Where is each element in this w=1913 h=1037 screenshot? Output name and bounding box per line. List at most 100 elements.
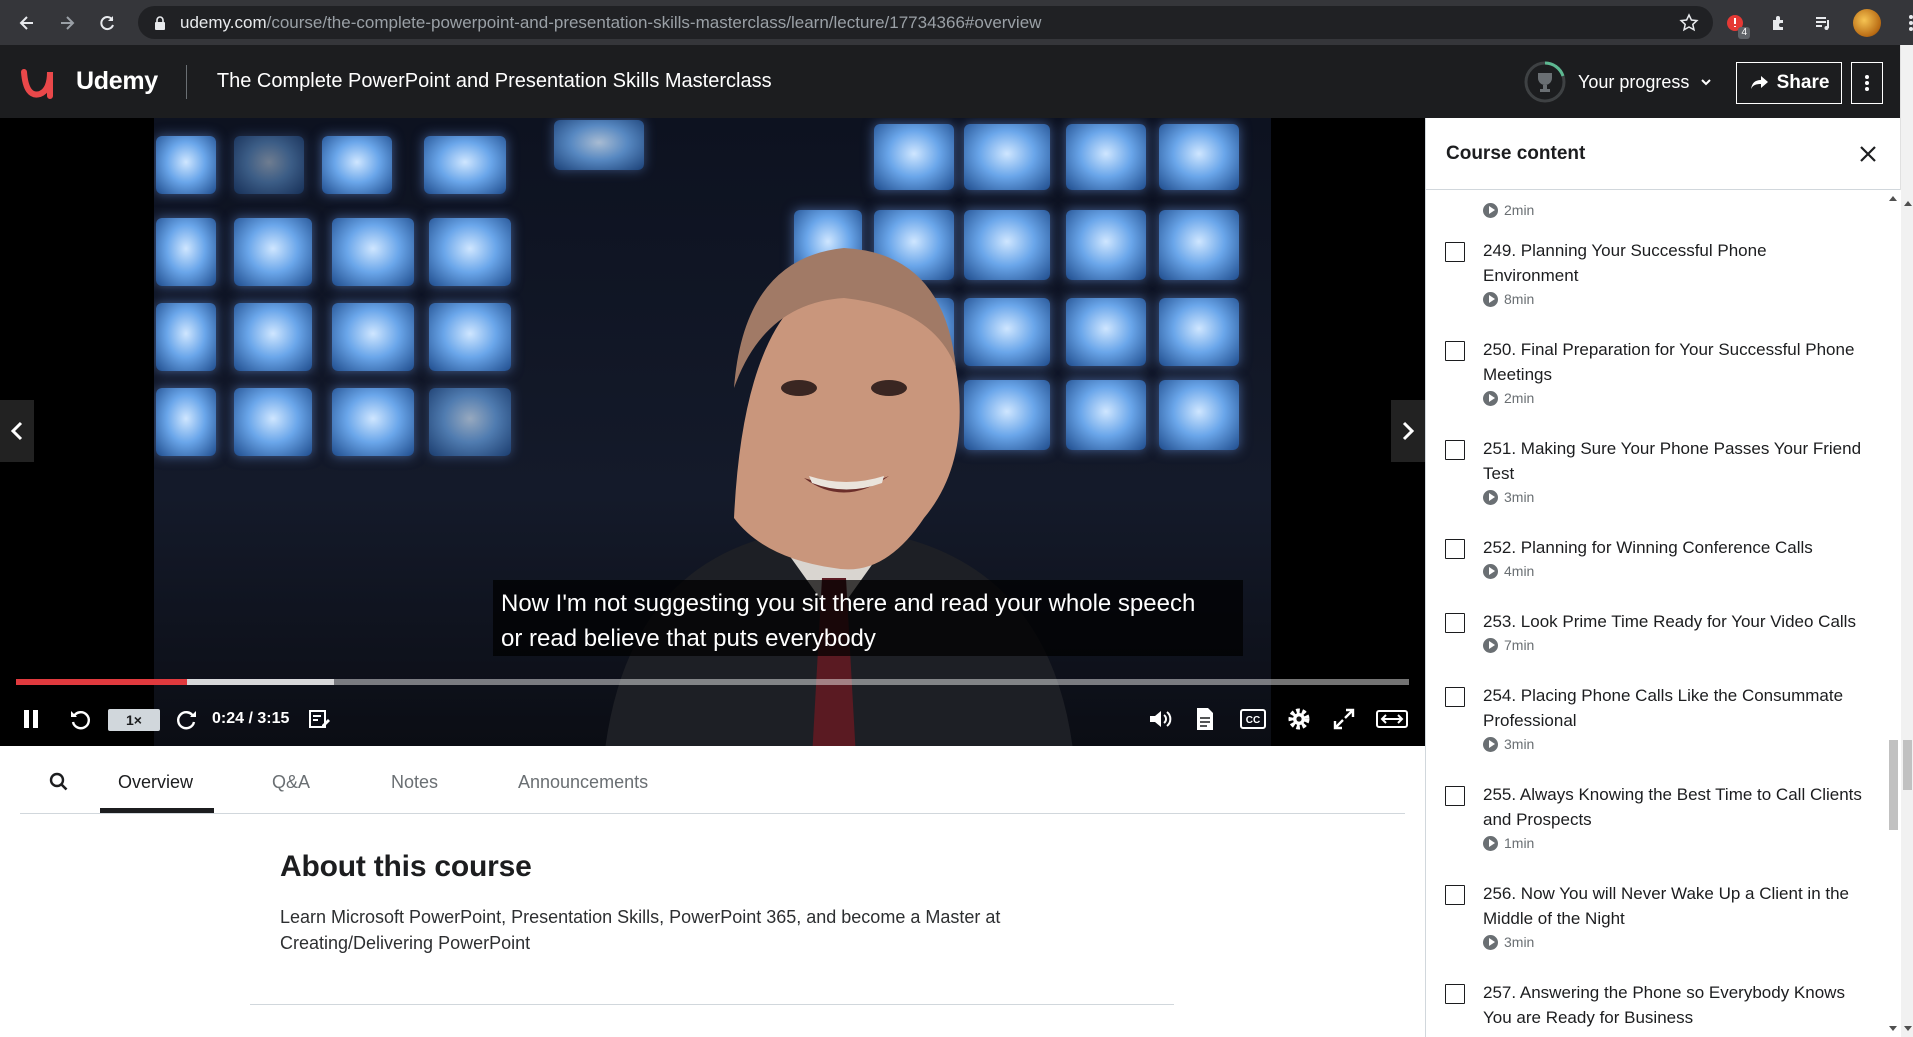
forward-button[interactable] <box>50 6 84 40</box>
lecture-item[interactable]: 256. Now You will Never Wake Up a Client… <box>1426 859 1886 958</box>
close-sidebar-button[interactable] <box>1856 142 1880 166</box>
lecture-item[interactable]: 252. Planning for Winning Conference Cal… <box>1426 513 1886 587</box>
page-scrollbar[interactable] <box>1900 45 1913 1037</box>
course-title[interactable]: The Complete PowerPoint and Presentation… <box>217 70 772 93</box>
extensions-puzzle-icon[interactable] <box>1762 6 1796 40</box>
udemy-logo[interactable]: Udemy <box>20 62 158 102</box>
browser-menu-button[interactable] <box>1894 6 1913 40</box>
theater-mode-button[interactable] <box>1376 705 1408 733</box>
lecture-duration: 2min <box>1483 390 1534 406</box>
profile-avatar[interactable] <box>1850 6 1884 40</box>
completion-checkbox[interactable] <box>1445 984 1465 1004</box>
scroll-down-icon[interactable] <box>1889 1026 1897 1031</box>
completion-checkbox[interactable] <box>1445 885 1465 905</box>
url-text: udemy.com/course/the-complete-powerpoint… <box>180 13 1041 33</box>
volume-icon <box>1150 711 1172 727</box>
sidebar-scrollbar[interactable] <box>1886 190 1901 1037</box>
completion-checkbox[interactable] <box>1445 786 1465 806</box>
video-player[interactable]: Now I'm not suggesting you sit there and… <box>0 118 1425 746</box>
lecture-item[interactable]: 255. Always Knowing the Best Time to Cal… <box>1426 760 1886 859</box>
lecture-item[interactable]: 249. Planning Your Successful Phone Envi… <box>1426 216 1886 315</box>
kebab-menu-icon <box>1865 75 1869 91</box>
sidebar-header: Course content <box>1426 118 1900 190</box>
rewind-5s-button[interactable] <box>68 705 92 733</box>
lecture-title: 257. Answering the Phone so Everybody Kn… <box>1483 983 1845 1027</box>
scroll-thumb[interactable] <box>1903 740 1912 790</box>
volume-button[interactable] <box>1148 705 1174 733</box>
next-lecture-button[interactable] <box>1391 400 1425 462</box>
share-arrow-icon <box>1750 76 1768 89</box>
lecture-title: 250. Final Preparation for Your Successf… <box>1483 340 1855 384</box>
play-circle-icon <box>1483 563 1498 579</box>
lecture-list: 2min 249. Planning Your Successful Phone… <box>1426 190 1886 1037</box>
lecture-item[interactable]: 251. Making Sure Your Phone Passes Your … <box>1426 414 1886 513</box>
active-tab-indicator <box>100 808 214 813</box>
duration-text: 3min <box>1504 736 1535 752</box>
forward-icon <box>177 711 196 730</box>
add-note-button[interactable] <box>308 705 330 733</box>
lecture-item[interactable]: 254. Placing Phone Calls Like the Consum… <box>1426 661 1886 760</box>
presenter-figure <box>605 248 1073 746</box>
tab-overview[interactable]: Overview <box>118 750 193 814</box>
kebab-menu-icon <box>1909 15 1913 31</box>
transcript-button[interactable] <box>1195 705 1215 733</box>
duration-text: 7min <box>1504 637 1535 653</box>
playback-speed-button[interactable]: 1× <box>108 709 160 731</box>
lecture-title: 252. Planning for Winning Conference Cal… <box>1483 538 1813 557</box>
settings-button[interactable] <box>1286 705 1312 733</box>
previous-lecture-button[interactable] <box>0 400 34 462</box>
gear-icon <box>1288 708 1310 730</box>
play-circle-icon <box>1483 291 1498 307</box>
duration-text: 1min <box>1504 835 1535 851</box>
back-button[interactable] <box>10 6 44 40</box>
udemy-logo-icon <box>21 65 53 99</box>
media-controls-icon[interactable] <box>1806 6 1840 40</box>
completion-checkbox[interactable] <box>1445 687 1465 707</box>
course-header: Udemy The Complete PowerPoint and Presen… <box>0 45 1900 118</box>
extension-shield-icon[interactable]: 4 <box>1718 6 1752 40</box>
fullscreen-button[interactable] <box>1332 705 1356 733</box>
about-description: Learn Microsoft PowerPoint, Presentation… <box>280 907 1001 953</box>
video-progress-bar[interactable] <box>16 679 1409 685</box>
scroll-up-icon[interactable] <box>1889 196 1897 201</box>
lecture-duration: 1min <box>1483 835 1534 851</box>
completion-checkbox[interactable] <box>1445 539 1465 559</box>
video-frame[interactable]: Now I'm not suggesting you sit there and… <box>154 118 1271 746</box>
more-options-button[interactable] <box>1851 62 1883 104</box>
lecture-duration: 3min <box>1483 736 1534 752</box>
address-bar[interactable]: udemy.com/course/the-complete-powerpoint… <box>138 6 1713 39</box>
reload-button[interactable] <box>90 6 124 40</box>
pause-button[interactable] <box>22 705 40 733</box>
play-circle-icon <box>1483 934 1498 950</box>
arrow-right-icon <box>61 15 75 30</box>
transcript-icon <box>1197 708 1213 730</box>
progress-dropdown[interactable]: Your progress <box>1522 59 1713 105</box>
chevron-left-icon <box>10 421 23 441</box>
completion-checkbox[interactable] <box>1445 341 1465 361</box>
duration-text: 4min <box>1504 563 1535 579</box>
completion-checkbox[interactable] <box>1445 242 1465 262</box>
lecture-item[interactable]: 253. Look Prime Time Ready for Your Vide… <box>1426 587 1886 661</box>
completion-checkbox[interactable] <box>1445 613 1465 633</box>
tab-announcements[interactable]: Announcements <box>518 750 648 814</box>
scroll-down-icon[interactable] <box>1904 1026 1912 1031</box>
scroll-up-icon[interactable] <box>1904 201 1912 206</box>
forward-5s-button[interactable] <box>175 705 199 733</box>
completion-checkbox[interactable] <box>1445 440 1465 460</box>
search-icon <box>49 772 68 791</box>
scroll-thumb[interactable] <box>1889 740 1898 830</box>
lecture-item[interactable]: 257. Answering the Phone so Everybody Kn… <box>1426 958 1886 1037</box>
lecture-item[interactable]: 250. Final Preparation for Your Successf… <box>1426 315 1886 414</box>
lecture-title: 249. Planning Your Successful Phone Envi… <box>1483 241 1767 285</box>
lecture-duration: 3min <box>1483 934 1534 950</box>
share-label: Share <box>1776 72 1830 93</box>
avatar <box>1853 9 1881 37</box>
share-button[interactable]: Share <box>1736 62 1842 104</box>
search-tab[interactable] <box>44 750 74 814</box>
pause-icon <box>24 710 38 728</box>
arrow-left-icon <box>19 15 33 30</box>
course-content-sidebar: Course content 2min 249. Planning Your S… <box>1425 118 1901 1037</box>
tab-notes[interactable]: Notes <box>391 750 438 814</box>
bookmark-star-icon[interactable] <box>1679 13 1699 33</box>
tab-qa[interactable]: Q&A <box>272 750 310 814</box>
